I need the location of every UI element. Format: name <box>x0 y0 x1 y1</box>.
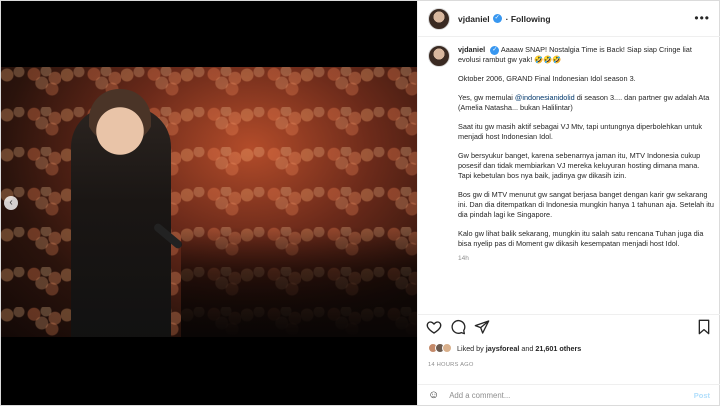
host-head <box>89 89 151 159</box>
follow-button[interactable]: · Following <box>506 14 551 24</box>
username[interactable]: vjdaniel <box>458 14 490 24</box>
liker-username[interactable]: jaysforeal <box>486 344 520 353</box>
caption-row: vjdaniel ✓ Aaaaw SNAP! Nostalgia Time is… <box>428 45 714 264</box>
action-bar <box>418 314 720 338</box>
more-options-button[interactable]: ••• <box>694 11 710 25</box>
avatar[interactable] <box>428 45 450 67</box>
heart-icon[interactable] <box>426 319 442 335</box>
post-photo[interactable] <box>1 67 417 337</box>
likes-prefix: Liked by <box>457 343 486 353</box>
caption-first-line: vjdaniel ✓ Aaaaw SNAP! Nostalgia Time is… <box>458 45 714 65</box>
caption-age: 14h <box>458 255 469 262</box>
verified-icon: ✓ <box>492 14 502 23</box>
post-panel: vjdaniel ✓ · Following ••• vjdaniel ✓ Aa… <box>417 1 720 405</box>
caption-author[interactable]: vjdaniel <box>458 45 485 54</box>
bookmark-icon[interactable] <box>696 319 712 335</box>
verified-icon: ✓ <box>490 45 500 55</box>
caption-p5: Bos gw di MTV menurut gw sangat berjasa … <box>458 190 714 219</box>
avatar[interactable] <box>428 7 450 30</box>
post-comment-button[interactable]: Post <box>694 391 710 400</box>
likes-count[interactable]: 21,601 others <box>535 344 581 353</box>
comment-input[interactable]: Add a comment... <box>449 391 510 400</box>
caption-p2-pre: Yes, gw memulai <box>458 93 515 102</box>
avatar[interactable] <box>442 343 452 353</box>
follow-label: Following <box>510 13 551 24</box>
caption: vjdaniel ✓ Aaaaw SNAP! Nostalgia Time is… <box>428 45 714 307</box>
likes-summary: Liked by jaysforeal and 21,601 others <box>428 343 581 353</box>
caption-p2: Yes, gw memulai @indonesianidolid di sea… <box>458 93 714 113</box>
caption-p3: Saat itu gw masih aktif sebagai VJ Mtv, … <box>458 122 703 141</box>
emoji-icon[interactable]: ☺ <box>428 389 439 401</box>
mention-link[interactable]: @indonesianidolid <box>515 93 575 102</box>
post-media: ‹ <box>1 1 417 405</box>
caption-body: vjdaniel ✓ Aaaaw SNAP! Nostalgia Time is… <box>458 45 714 264</box>
comment-bar: ☺ Add a comment... Post <box>418 384 720 405</box>
caption-p1: Oktober 2006, GRAND Final Indonesian Ido… <box>458 74 636 83</box>
post-header: vjdaniel ✓ · Following ••• <box>418 1 720 37</box>
share-icon[interactable] <box>474 319 490 335</box>
chevron-left-icon[interactable]: ‹ <box>4 196 18 210</box>
post-time-ago[interactable]: 14 HOURS AGO <box>428 362 474 368</box>
likes-text: Liked by jaysforeal and 21,601 others <box>457 344 581 353</box>
comment-icon[interactable] <box>450 319 466 335</box>
likes-mid: and <box>519 343 536 353</box>
caption-p6: Kalo gw lihat balik sekarang, mungkin it… <box>458 229 704 248</box>
caption-p4: Gw bersyukur banget, karena sebenarnya j… <box>458 151 701 180</box>
crowd-foreground <box>181 227 417 337</box>
